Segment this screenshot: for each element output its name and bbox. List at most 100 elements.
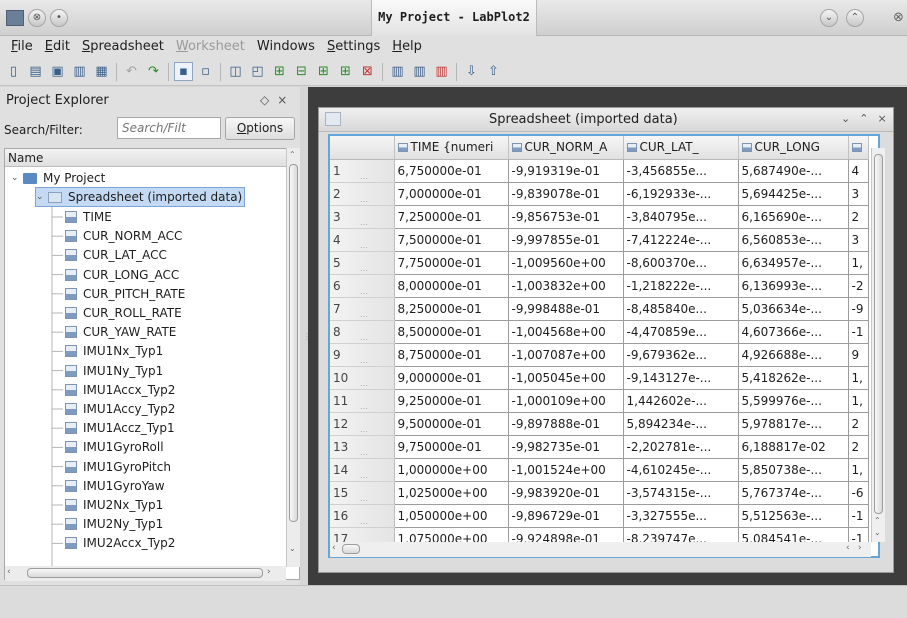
close-window-icon[interactable]: ⊗ [893, 10, 904, 25]
menu-worksheet[interactable]: Worksheet [170, 36, 251, 58]
sheet-horizontal-scroll-thumb[interactable] [342, 544, 360, 554]
table-cell[interactable]: -6 [848, 481, 869, 505]
column-header[interactable]: CUR_LAT_ [623, 136, 739, 160]
table-cell[interactable]: 5,599976e-... [738, 389, 849, 413]
print-icon[interactable]: ▥ [70, 62, 89, 81]
table-cell[interactable]: 6,188817e-02 [738, 435, 849, 459]
tree-item-column[interactable]: CUR_NORM_ACC [65, 226, 182, 246]
row-number-header[interactable]: 4... [330, 228, 395, 252]
table-cell[interactable]: -3,574315e-... [623, 481, 739, 505]
row-number-header[interactable]: 1... [330, 159, 395, 183]
table-cell[interactable]: -1,003832e+00 [508, 274, 624, 298]
table-cell[interactable]: -1 [848, 504, 869, 528]
corner-header[interactable] [330, 136, 395, 160]
keep-above-icon[interactable]: • [50, 9, 68, 27]
table-cell[interactable]: 5,418262e-... [738, 366, 849, 390]
tree-item-column[interactable]: IMU1Accz_Typ1 [65, 418, 175, 438]
subwindow-title-bar[interactable]: Spreadsheet (imported data) ⌄ ⌃ × [319, 108, 893, 132]
table-cell[interactable]: 8,000000e-01 [394, 274, 509, 298]
row-number-header[interactable]: 5... [330, 251, 395, 275]
table-cell[interactable]: -9,998488e-01 [508, 297, 624, 321]
row-number-header[interactable]: 14... [330, 458, 395, 482]
table-cell[interactable]: -2,202781e-... [623, 435, 739, 459]
new-folder-icon[interactable]: ◫ [226, 62, 245, 81]
table-cell[interactable]: 5,850738e-... [738, 458, 849, 482]
sheet-scroll-right-icon[interactable]: ‹ [846, 543, 850, 553]
table-cell[interactable]: 7,250000e-01 [394, 205, 509, 229]
app-menu-icon[interactable] [6, 10, 24, 26]
table-cell[interactable]: 3 [848, 228, 869, 252]
table-cell[interactable]: 4,926688e-... [738, 343, 849, 367]
table-cell[interactable]: -9 [848, 297, 869, 321]
menu-windows[interactable]: Windows [251, 36, 321, 58]
tree-item-column[interactable]: CUR_PITCH_RATE [65, 284, 185, 304]
table-cell[interactable]: 2 [848, 435, 869, 459]
scroll-left-icon[interactable]: ‹ [7, 567, 11, 577]
collapse-arrow-icon[interactable]: ⌄ [11, 168, 23, 188]
table-cell[interactable]: 5,512563e-... [738, 504, 849, 528]
table-cell[interactable]: 8,500000e-01 [394, 320, 509, 344]
insert-row-icon[interactable]: ⊞ [336, 62, 355, 81]
table-cell[interactable]: 1, [848, 251, 869, 275]
subwindow-minimize-icon[interactable]: ⌄ [841, 112, 850, 125]
column-header[interactable]: CUR_LONG [738, 136, 849, 160]
open-project-icon[interactable]: ▤ [26, 62, 45, 81]
row-number-header[interactable]: 9... [330, 343, 395, 367]
sheet-scroll-right-end-icon[interactable]: › [858, 543, 862, 553]
tree-item-column[interactable]: CUR_YAW_RATE [65, 322, 176, 342]
table-cell[interactable]: 5,894234e-... [623, 412, 739, 436]
tree-item-column[interactable]: IMU1Ny_Typ1 [65, 361, 163, 381]
tree-item-column[interactable]: IMU2Ny_Typ1 [65, 514, 163, 534]
table-cell[interactable]: -1,007087e+00 [508, 343, 624, 367]
table-cell[interactable]: 1,442602e-... [623, 389, 739, 413]
table-cell[interactable]: -9,856753e-01 [508, 205, 624, 229]
sheet-horizontal-scrollbar[interactable]: ‹ ‹ › [330, 542, 871, 557]
table-cell[interactable]: -2 [848, 274, 869, 298]
tree-item-column[interactable]: IMU1GyroPitch [65, 457, 171, 477]
table-cell[interactable]: 6,165690e-... [738, 205, 849, 229]
table-cell[interactable]: 5,694425e-... [738, 182, 849, 206]
tree-horizontal-scrollbar[interactable]: ‹ › [5, 566, 286, 581]
add-row-icon[interactable]: ⊟ [292, 62, 311, 81]
menu-help[interactable]: Help [386, 36, 428, 58]
tree-item-spreadsheet[interactable]: ⌄ Spreadsheet (imported data) [35, 187, 246, 207]
insert-columns-right-icon[interactable]: ▥ [410, 62, 429, 81]
table-cell[interactable]: -7,412224e-... [623, 228, 739, 252]
tree-item-column[interactable]: IMU1Nx_Typ1 [65, 341, 163, 361]
table-cell[interactable]: -9,143127e-... [623, 366, 739, 390]
minimize-icon[interactable]: ⌄ [820, 9, 838, 27]
search-filter-input[interactable] [117, 117, 221, 139]
subwindow-maximize-icon[interactable]: ⌃ [859, 112, 868, 125]
splitter-handle[interactable]: ⋮ [303, 332, 311, 342]
sheet-vertical-scroll-thumb[interactable] [874, 154, 883, 514]
scroll-down-icon[interactable]: ⌄ [289, 544, 296, 553]
table-cell[interactable]: 3 [848, 182, 869, 206]
insert-columns-left-icon[interactable]: ▥ [388, 62, 407, 81]
sheet-scroll-left-icon[interactable]: ‹ [332, 543, 336, 553]
export-data-icon[interactable]: ⇧ [484, 62, 503, 81]
float-dock-icon[interactable]: ◇ [260, 93, 269, 107]
subwindow-view-icon[interactable]: ▫ [196, 62, 215, 81]
row-number-header[interactable]: 10... [330, 366, 395, 390]
tree-item-column[interactable]: TIME [65, 207, 112, 227]
table-cell[interactable]: -4,610245e-... [623, 458, 739, 482]
table-cell[interactable]: 9,500000e-01 [394, 412, 509, 436]
sheet-scroll-up-icon[interactable]: ⌃ [874, 516, 881, 525]
import-data-icon[interactable]: ⇩ [462, 62, 481, 81]
add-column-icon[interactable]: ⊞ [270, 62, 289, 81]
redo-icon[interactable]: ↷ [144, 62, 163, 81]
table-cell[interactable]: -3,456855e... [623, 159, 739, 183]
spreadsheet-grid[interactable]: TIME {numeri CUR_NORM_A CUR_LAT_ CUR_LONG 1… [328, 134, 880, 558]
table-cell[interactable]: -1,009560e+00 [508, 251, 624, 275]
row-number-header[interactable]: 13... [330, 435, 395, 459]
table-cell[interactable]: 1,025000e+00 [394, 481, 509, 505]
table-cell[interactable]: -1,000109e+00 [508, 389, 624, 413]
table-cell[interactable]: 6,750000e-01 [394, 159, 509, 183]
new-spreadsheet-icon[interactable]: ◰ [248, 62, 267, 81]
print-preview-icon[interactable]: ▦ [92, 62, 111, 81]
delete-row-icon[interactable]: ⊠ [358, 62, 377, 81]
tree-item-column[interactable]: IMU1Accy_Typ2 [65, 399, 175, 419]
table-cell[interactable]: 1,000000e+00 [394, 458, 509, 482]
table-cell[interactable]: -9,897888e-01 [508, 412, 624, 436]
table-cell[interactable]: 1,050000e+00 [394, 504, 509, 528]
